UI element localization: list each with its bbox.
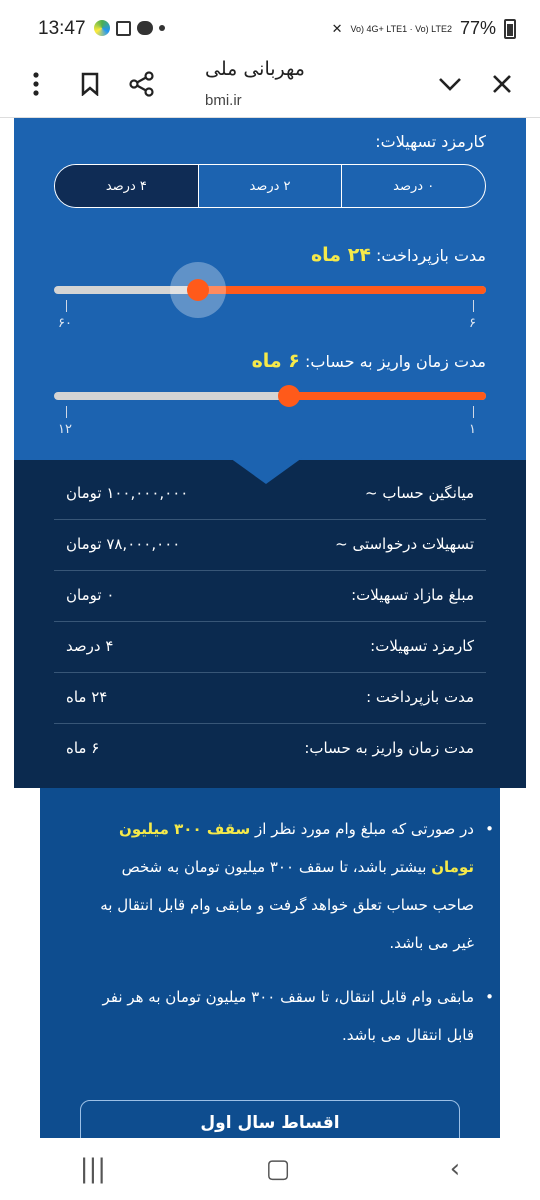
repay-tick-max	[66, 300, 67, 312]
deposit-slider-fill	[289, 392, 486, 400]
result-value: ۱۰۰,۰۰۰,۰۰۰ تومان	[66, 484, 189, 502]
repay-value: ۲۴ ماه	[310, 244, 371, 266]
info-text: مابقی وام قابل انتقال، تا سقف ۳۰۰ میلیون…	[102, 988, 474, 1044]
repay-slider-thumb[interactable]	[186, 279, 209, 301]
deposit-value: ۶ ماه	[251, 350, 300, 372]
info-text: بیشتر باشد، تا سقف ۳۰۰ میلیون تومان به ش…	[100, 858, 474, 952]
deposit-label: مدت زمان واریز به حساب:	[305, 352, 486, 371]
bookmark-icon	[81, 72, 99, 96]
result-row: مبلغ مازاد تسهیلات: ۰ تومان	[54, 572, 486, 622]
home-button[interactable]: ▢	[266, 1154, 291, 1184]
result-key: میانگین حساب ~	[365, 484, 474, 502]
info-text: در صورتی که مبلغ وام مورد نظر از	[250, 820, 474, 838]
signal-icon: Vo) 4G+ LTE1 · Vo) LTE2	[350, 23, 452, 34]
share-icon	[129, 71, 154, 97]
browser-toolbar: مهربانی ملی bmi.ir	[0, 56, 540, 118]
close-icon	[493, 75, 511, 93]
result-value: ۷۸,۰۰۰,۰۰۰ تومان	[66, 535, 181, 553]
app-icon	[94, 20, 110, 36]
result-value: ۲۴ ماه	[66, 688, 108, 706]
deposit-max-label: ۱۲	[58, 422, 72, 437]
result-value: ۰ تومان	[66, 586, 115, 604]
chevron-down-icon	[439, 78, 461, 91]
battery-percent: 77%	[459, 18, 496, 38]
result-row: کارمزد تسهیلات: ۴ درصد	[54, 623, 486, 673]
fee-segmented-control: ۴ درصد ۲ درصد ۰ درصد	[54, 164, 486, 208]
repay-slider-track[interactable]	[54, 286, 486, 294]
expand-button[interactable]	[430, 64, 470, 104]
status-bar: 13:47 ✕ Vo) 4G+ LTE1 · Vo) LTE2 77%	[0, 0, 540, 56]
deposit-slider-track[interactable]	[54, 392, 486, 400]
result-key: مدت بازپرداخت :	[366, 688, 474, 706]
deposit-tick-max	[66, 406, 67, 418]
repay-max-label: ۶۰	[58, 316, 72, 331]
deposit-min-label: ۱	[469, 422, 476, 437]
result-row: مدت بازپرداخت : ۲۴ ماه	[54, 674, 486, 724]
fee-option-4[interactable]: ۴ درصد	[55, 165, 199, 207]
close-button[interactable]	[482, 64, 522, 104]
repay-label: مدت بازپرداخت:	[375, 246, 486, 265]
gallery-icon	[116, 20, 131, 36]
system-icons: ✕ Vo) 4G+ LTE1 · Vo) LTE2 77%	[332, 18, 516, 39]
repay-label-row: مدت بازپرداخت: ۲۴ ماه	[311, 244, 486, 266]
battery-icon	[504, 18, 516, 39]
repay-tick-min	[473, 300, 474, 312]
page-url: bmi.ir	[205, 92, 242, 109]
deposit-tick-min	[473, 406, 474, 418]
result-key: مبلغ مازاد تسهیلات:	[351, 586, 474, 604]
panel-notch	[230, 458, 302, 484]
bookmark-button[interactable]	[70, 64, 110, 104]
system-nav-bar: ||| ▢ ‹	[0, 1138, 540, 1200]
result-key: تسهیلات درخواستی ~	[335, 535, 474, 553]
more-menu-button[interactable]	[16, 64, 56, 104]
result-key: کارمزد تسهیلات:	[370, 637, 474, 655]
info-bullet-2: مابقی وام قابل انتقال، تا سقف ۳۰۰ میلیون…	[84, 978, 494, 1054]
chat-icon	[137, 21, 153, 35]
result-row: تسهیلات درخواستی ~ ۷۸,۰۰۰,۰۰۰ تومان	[54, 521, 486, 571]
notification-icons	[94, 20, 165, 36]
repay-slider-fill	[197, 286, 486, 294]
info-bullet-1: در صورتی که مبلغ وام مورد نظر از سقف ۳۰۰…	[84, 810, 494, 962]
page-title: مهربانی ملی	[205, 58, 305, 80]
deposit-slider-thumb[interactable]	[278, 385, 301, 407]
recents-button[interactable]: |||	[80, 1154, 106, 1184]
more-vert-icon	[33, 72, 39, 96]
result-key: مدت زمان واریز به حساب:	[304, 739, 474, 757]
result-value: ۶ ماه	[66, 739, 100, 757]
status-time: 13:47	[38, 18, 86, 39]
loan-calculator: کارمزد تسهیلات: ۴ درصد ۲ درصد ۰ درصد مدت…	[14, 118, 526, 460]
mute-icon: ✕	[331, 20, 343, 36]
fee-label: کارمزد تسهیلات:	[375, 132, 486, 151]
dot-icon	[159, 25, 165, 31]
result-row: مدت زمان واریز به حساب: ۶ ماه	[54, 725, 486, 775]
info-section: در صورتی که مبلغ وام مورد نظر از سقف ۳۰۰…	[40, 788, 500, 1138]
result-value: ۴ درصد	[66, 637, 114, 655]
fee-option-2[interactable]: ۲ درصد	[199, 165, 343, 207]
repay-min-label: ۶	[469, 316, 476, 331]
back-button[interactable]: ‹	[450, 1154, 460, 1184]
deposit-label-row: مدت زمان واریز به حساب: ۶ ماه	[252, 350, 486, 372]
fee-option-0[interactable]: ۰ درصد	[342, 165, 485, 207]
result-panel: میانگین حساب ~ ۱۰۰,۰۰۰,۰۰۰ تومان تسهیلات…	[14, 460, 526, 788]
share-button[interactable]	[122, 64, 162, 104]
